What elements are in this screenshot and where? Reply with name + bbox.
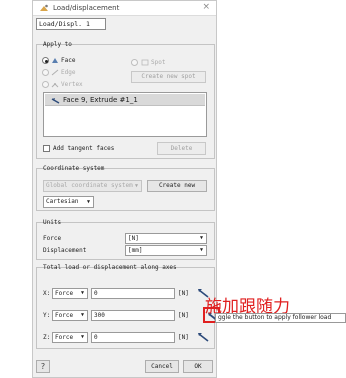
help-button[interactable]: ? xyxy=(36,360,50,373)
chevron-down-icon: ▼ xyxy=(80,312,84,318)
window-title: Load/displacement xyxy=(53,4,120,12)
loads-title: Total load or displacement along axes xyxy=(43,264,177,271)
coordinate-system-group: Coordinate system Global coordinate syst… xyxy=(36,165,215,211)
loads-group: Total load or displacement along axes X:… xyxy=(36,264,219,349)
close-icon[interactable]: × xyxy=(202,2,210,12)
coordinate-system-select[interactable]: Global coordinate system ▼ xyxy=(43,180,142,192)
edge-icon xyxy=(51,69,59,76)
displacement-unit-select[interactable]: [mm] ▼ xyxy=(125,245,207,256)
create-new-coordinate-button[interactable]: Create new xyxy=(147,180,207,192)
z-load-type-select[interactable]: Force ▼ xyxy=(52,332,88,343)
y-load-type-select[interactable]: Force ▼ xyxy=(52,310,88,321)
follower-load-icon[interactable] xyxy=(197,331,210,343)
name-input[interactable]: Load/Displ. 1 xyxy=(36,18,106,30)
edge-label: Edge xyxy=(61,69,76,76)
delete-button[interactable]: Delete xyxy=(157,142,206,155)
coordinate-system-value: Global coordinate system xyxy=(46,182,133,189)
z-load-input[interactable]: 0 xyxy=(91,332,175,343)
face-icon xyxy=(52,58,58,63)
radio-spot[interactable] xyxy=(131,59,138,66)
x-axis-label: X: xyxy=(43,290,51,297)
displacement-unit-value: [mm] xyxy=(128,247,143,254)
x-load-input[interactable]: 0 xyxy=(91,288,175,299)
chevron-down-icon: ▼ xyxy=(80,334,84,340)
load-displacement-dialog: Load/displacement × Load/Displ. 1 Apply … xyxy=(32,0,219,378)
chevron-down-icon: ▼ xyxy=(199,235,203,241)
radio-edge[interactable] xyxy=(42,69,49,76)
list-item-label: Face 9, Extrude #1_1 xyxy=(63,96,138,104)
chevron-down-icon: ▼ xyxy=(86,199,90,205)
spot-label: Spot xyxy=(151,59,166,66)
units-group: Units Force [N] ▼ Displacement [mm] ▼ xyxy=(36,219,215,260)
force-unit-select[interactable]: [N] ▼ xyxy=(125,233,207,244)
radio-vertex[interactable] xyxy=(42,81,49,88)
coordinate-type-select[interactable]: Cartesian ▼ xyxy=(43,196,94,208)
chevron-down-icon: ▼ xyxy=(80,290,84,296)
cancel-button[interactable]: Cancel xyxy=(145,360,179,373)
tooltip: ggle the button to apply follower load xyxy=(215,313,346,323)
title-bar: Load/displacement × xyxy=(33,1,216,16)
apply-to-group: Apply to Face Edge Vertex Spot Create ne… xyxy=(36,41,215,159)
z-axis-label: Z: xyxy=(43,334,51,341)
z-load-unit: [N] xyxy=(178,334,189,341)
coordinate-system-title: Coordinate system xyxy=(43,165,105,172)
chevron-down-icon: ▼ xyxy=(134,183,138,189)
force-unit-value: [N] xyxy=(128,235,139,242)
apply-to-title: Apply to xyxy=(43,41,72,48)
list-item[interactable]: Face 9, Extrude #1_1 xyxy=(45,94,205,106)
x-load-type-value: Force xyxy=(55,290,74,297)
face-label: Face xyxy=(61,57,76,64)
selection-list[interactable]: Face 9, Extrude #1_1 xyxy=(43,92,207,137)
create-new-spot-button[interactable]: Create new spot xyxy=(131,71,206,83)
coordinate-type-value: Cartesian xyxy=(46,198,79,205)
spot-icon xyxy=(141,59,149,66)
face-selection-icon xyxy=(51,98,60,104)
displacement-unit-label: Displacement xyxy=(43,247,87,254)
y-load-type-value: Force xyxy=(55,312,74,319)
add-tangent-checkbox[interactable] xyxy=(43,145,50,152)
z-load-type-value: Force xyxy=(55,334,74,341)
ok-button[interactable]: OK xyxy=(183,360,213,373)
vertex-label: Vertex xyxy=(61,81,83,88)
y-load-input[interactable]: 300 xyxy=(91,310,175,321)
y-axis-label: Y: xyxy=(43,312,51,319)
x-load-type-select[interactable]: Force ▼ xyxy=(52,288,88,299)
add-tangent-label: Add tangent faces xyxy=(53,145,115,152)
chevron-down-icon: ▼ xyxy=(199,247,203,253)
radio-face[interactable] xyxy=(42,57,49,64)
force-unit-label: Force xyxy=(43,235,62,242)
x-load-unit: [N] xyxy=(178,290,189,297)
units-title: Units xyxy=(43,219,62,226)
vertex-icon xyxy=(51,83,59,88)
y-load-unit: [N] xyxy=(178,312,189,319)
app-icon xyxy=(40,4,48,11)
